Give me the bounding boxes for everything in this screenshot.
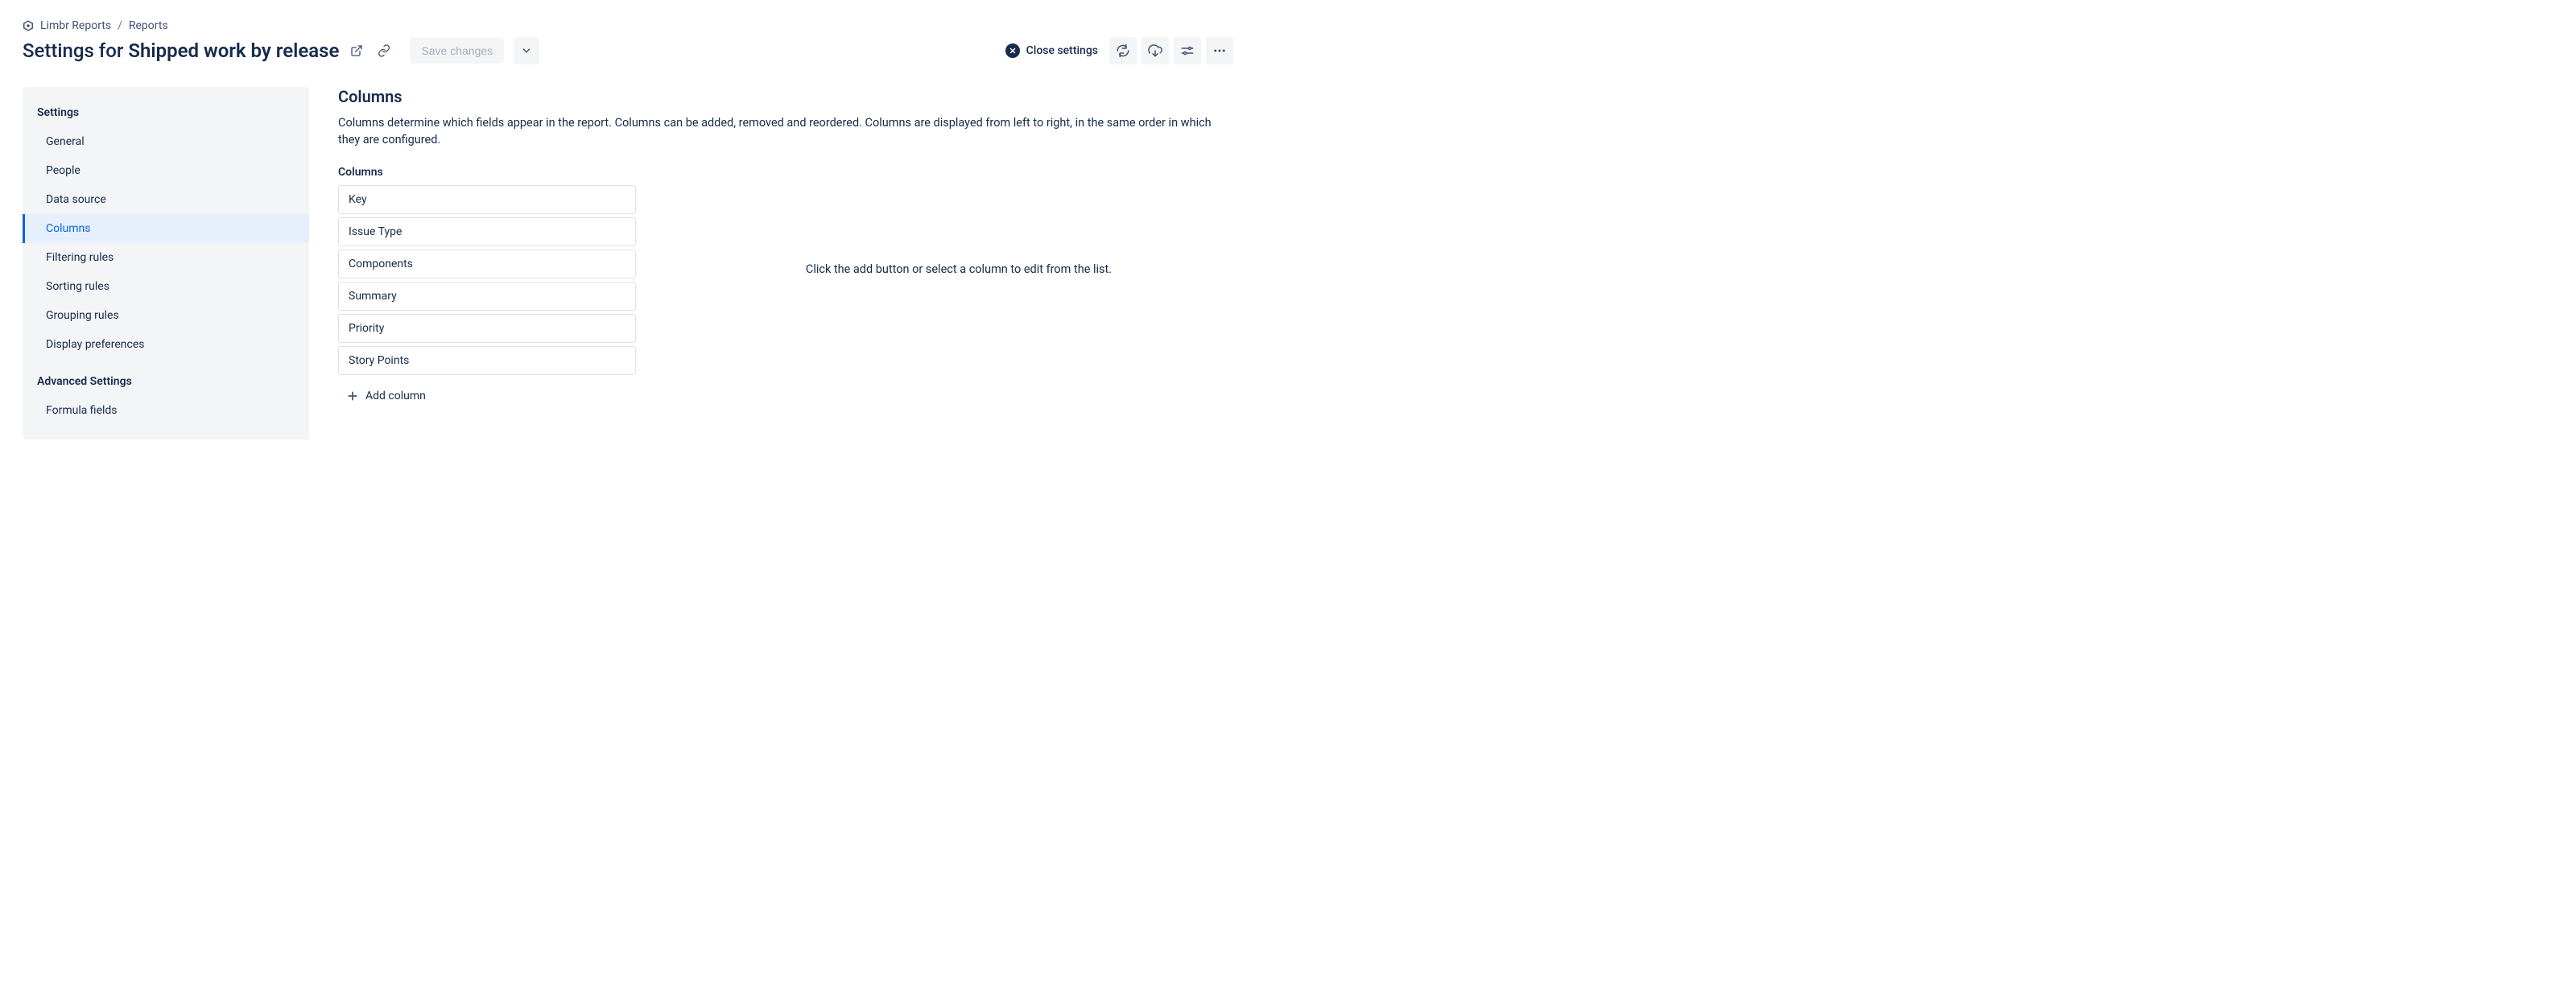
open-external-icon[interactable] xyxy=(347,41,366,60)
columns-subheading: Columns xyxy=(338,166,636,179)
sidebar-item-data-source[interactable]: Data source xyxy=(23,185,309,214)
more-button[interactable] xyxy=(1206,37,1233,64)
column-item[interactable]: Key xyxy=(338,185,636,214)
sidebar-item-formula-fields[interactable]: Formula fields xyxy=(23,396,309,425)
download-button[interactable] xyxy=(1141,37,1169,64)
sidebar-item-columns[interactable]: Columns xyxy=(23,214,309,243)
adjust-button[interactable] xyxy=(1174,37,1201,64)
breadcrumb: Limbr Reports / Reports xyxy=(23,19,1233,32)
breadcrumb-app[interactable]: Limbr Reports xyxy=(40,19,111,32)
sidebar-heading-advanced: Advanced Settings xyxy=(23,370,309,396)
add-column-button[interactable]: Add column xyxy=(338,382,434,410)
refresh-button[interactable] xyxy=(1109,37,1137,64)
app-logo-icon xyxy=(23,20,34,31)
column-item[interactable]: Priority xyxy=(338,314,636,343)
breadcrumb-section[interactable]: Reports xyxy=(129,19,168,32)
sidebar-item-display-preferences[interactable]: Display preferences xyxy=(23,330,309,359)
column-item[interactable]: Summary xyxy=(338,282,636,311)
column-detail-empty-hint: Click the add button or select a column … xyxy=(684,166,1233,276)
column-item[interactable]: Issue Type xyxy=(338,217,636,246)
column-item[interactable]: Components xyxy=(338,250,636,278)
cloud-download-icon xyxy=(1148,43,1162,58)
page-title-prefix: Settings for xyxy=(23,39,128,62)
section-description: Columns determine which fields appear in… xyxy=(338,114,1224,148)
sidebar-item-people[interactable]: People xyxy=(23,156,309,185)
close-settings-button[interactable]: Close settings xyxy=(999,39,1104,63)
sidebar-item-sorting-rules[interactable]: Sorting rules xyxy=(23,272,309,301)
refresh-icon xyxy=(1116,43,1130,58)
settings-sidebar: Settings General People Data source Colu… xyxy=(23,87,309,439)
main-content: Columns Columns determine which fields a… xyxy=(338,87,1233,410)
sidebar-item-grouping-rules[interactable]: Grouping rules xyxy=(23,301,309,330)
section-heading: Columns xyxy=(338,87,1233,106)
breadcrumb-separator: / xyxy=(118,19,122,32)
close-settings-label: Close settings xyxy=(1026,44,1098,57)
column-item[interactable]: Story Points xyxy=(338,346,636,375)
close-icon xyxy=(1005,43,1020,58)
plus-icon xyxy=(346,390,359,402)
more-horizontal-icon xyxy=(1212,43,1227,58)
save-button[interactable]: Save changes xyxy=(410,38,504,64)
chevron-down-icon xyxy=(521,45,532,56)
sidebar-item-filtering-rules[interactable]: Filtering rules xyxy=(23,243,309,272)
page-title-subject: Shipped work by release xyxy=(128,39,339,62)
sliders-icon xyxy=(1180,43,1195,58)
sidebar-item-general[interactable]: General xyxy=(23,127,309,156)
page-title: Settings for Shipped work by release xyxy=(23,39,339,62)
save-dropdown-button[interactable] xyxy=(514,37,539,64)
copy-link-icon[interactable] xyxy=(374,41,394,60)
sidebar-heading-settings: Settings xyxy=(23,101,309,127)
add-column-label: Add column xyxy=(365,390,426,402)
